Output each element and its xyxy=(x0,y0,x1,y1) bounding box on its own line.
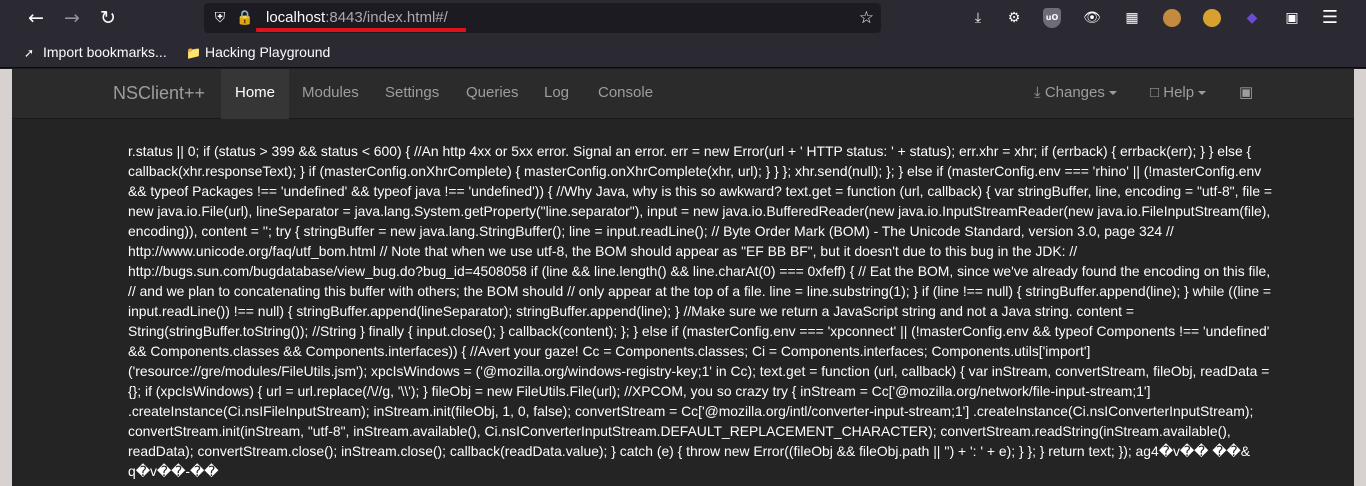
download-icon[interactable]: ⤓ xyxy=(966,6,990,30)
extensions-icon[interactable]: ⚙ xyxy=(1002,6,1026,30)
bookmark-folder-hacking-playground[interactable]: 📁 Hacking Playground xyxy=(186,44,330,60)
shield-icon[interactable]: ⛨ xyxy=(210,8,230,28)
wappalyzer-icon[interactable]: ◆ xyxy=(1240,6,1264,30)
folder-icon: 📁 xyxy=(186,46,201,60)
qr-code-icon[interactable]: ▦ xyxy=(1120,6,1144,30)
url-text[interactable]: localhost:8443/index.html#/ xyxy=(266,9,448,26)
nav-home[interactable]: Home xyxy=(221,69,290,119)
caret-down-icon xyxy=(1108,91,1117,96)
nav-changes-label: Changes xyxy=(1044,84,1105,101)
page-body-text: r.status || 0; if (status > 399 && statu… xyxy=(128,143,1273,479)
nav-extra-icon[interactable]: ▣ xyxy=(1239,69,1253,119)
help-icon: □ xyxy=(1150,84,1164,101)
url-host: localhost xyxy=(266,9,326,26)
browser-toolbar: ← → ↻ ⛨ 🔒 localhost:8443/index.html#/ ☆ … xyxy=(0,0,1366,36)
cookie-editor-icon[interactable] xyxy=(1203,9,1221,27)
download-icon: ⤓ xyxy=(1034,84,1045,101)
url-path: :8443/index.html#/ xyxy=(325,9,448,26)
page-margin-left xyxy=(0,69,12,486)
url-underline xyxy=(256,28,466,32)
bookmarks-bar: ➚ Import bookmarks... 📁 Hacking Playground xyxy=(0,36,1366,68)
page-viewport: NSClient++ Home Modules Settings Queries… xyxy=(12,69,1354,486)
extension-box-icon[interactable]: ▣ xyxy=(1280,6,1304,30)
nav-changes-dropdown[interactable]: ⤓ Changes xyxy=(1034,69,1117,119)
star-icon[interactable]: ☆ xyxy=(859,8,874,28)
reload-icon[interactable]: ↻ xyxy=(94,4,122,32)
nav-settings[interactable]: Settings xyxy=(385,69,439,119)
url-bar[interactable]: ⛨ 🔒 localhost:8443/index.html#/ ☆ xyxy=(204,3,881,33)
nav-queries[interactable]: Queries xyxy=(466,69,519,119)
forward-arrow-icon[interactable]: → xyxy=(58,4,86,32)
menu-icon[interactable]: ☰ xyxy=(1318,6,1342,30)
nav-console[interactable]: Console xyxy=(598,69,653,119)
back-arrow-icon[interactable]: ← xyxy=(22,4,50,32)
nav-help-dropdown[interactable]: □ Help xyxy=(1150,69,1207,119)
bookmark-label: Import bookmarks... xyxy=(43,44,167,60)
app-brand[interactable]: NSClient++ xyxy=(113,83,205,104)
cookie-icon[interactable] xyxy=(1163,9,1181,27)
nav-help-label: Help xyxy=(1163,84,1195,101)
app-navbar: NSClient++ Home Modules Settings Queries… xyxy=(12,69,1354,119)
extension-eyes-icon[interactable]: 👁 xyxy=(1080,6,1104,30)
page-margin-right xyxy=(1354,69,1366,486)
import-icon: ➚ xyxy=(24,46,35,60)
ublock-icon[interactable]: uO xyxy=(1043,8,1061,28)
bookmark-import[interactable]: ➚ Import bookmarks... xyxy=(24,44,167,60)
lock-icon[interactable]: 🔒 xyxy=(235,8,255,28)
nav-log[interactable]: Log xyxy=(544,69,569,119)
caret-down-icon xyxy=(1198,91,1207,96)
nav-modules[interactable]: Modules xyxy=(302,69,359,119)
bookmark-label: Hacking Playground xyxy=(205,44,331,60)
